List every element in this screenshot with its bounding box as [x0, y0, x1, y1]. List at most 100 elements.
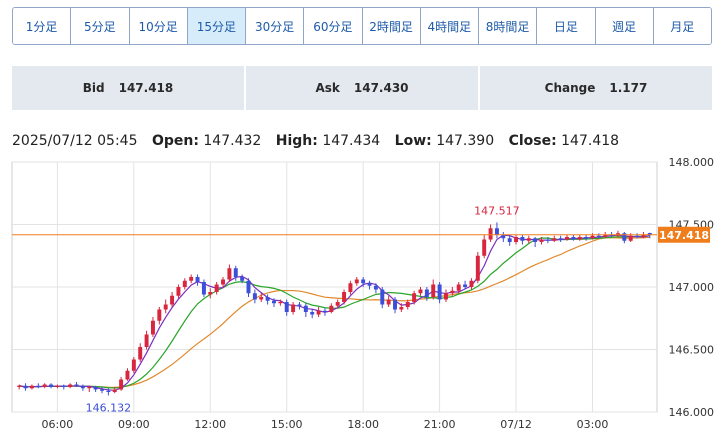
candle-body [201, 282, 206, 295]
candle-body [520, 237, 525, 241]
timeframe-tab-9[interactable]: 日足 [537, 8, 596, 44]
candle-body [310, 312, 315, 315]
extreme-annotation: 147.517 [474, 204, 520, 217]
candle-body [424, 289, 429, 297]
candle-body [335, 302, 340, 306]
candle-body [284, 302, 289, 312]
candle-body [405, 302, 410, 307]
candle-body [329, 305, 334, 312]
high-label: High: [275, 133, 318, 149]
candle-body [221, 279, 225, 285]
candle-body [367, 283, 372, 286]
candle-body [17, 385, 22, 387]
candle-body [182, 280, 187, 287]
candle-body [361, 279, 366, 284]
candle-body [571, 237, 576, 240]
x-tick-label: 07/12 [500, 418, 532, 431]
candle-body [431, 284, 436, 297]
candle-body [144, 334, 149, 347]
candle-body [195, 277, 200, 282]
candle-body [437, 284, 442, 300]
quote-bar: Bid 147.418 Ask 147.430 Change 1.177 [12, 66, 712, 110]
ask-label: Ask [315, 81, 340, 95]
candle-body [348, 283, 353, 292]
price-chart[interactable]: 148.000 147.500 147.000 146.500 146.000 06:00… [0, 150, 720, 437]
candle-body [552, 238, 557, 241]
candle-body [68, 384, 73, 387]
close-label: Close: [508, 133, 557, 149]
candle-body [303, 305, 308, 312]
open-label: Open: [151, 133, 199, 149]
candle-body [259, 297, 264, 300]
timeframe-tab-3[interactable]: 15分足 [187, 8, 246, 44]
low-label: Low: [394, 133, 432, 149]
candle-body [170, 295, 175, 305]
timeframe-tab-11[interactable]: 月足 [653, 8, 711, 44]
ohlc-datetime: 2025/07/12 05:45 [12, 133, 138, 149]
timeframe-tab-7[interactable]: 4時間足 [420, 8, 479, 44]
candle-body [342, 292, 347, 302]
candle-body [265, 297, 270, 301]
y-tick-label: 147.000 [669, 281, 715, 294]
candle-body [539, 239, 544, 242]
x-tick-label: 15:00 [271, 418, 303, 431]
timeframe-tab-4[interactable]: 30分足 [246, 8, 305, 44]
candle-body [469, 280, 474, 287]
candle-body [61, 385, 66, 387]
candle-body [49, 384, 54, 387]
candle-body [125, 370, 130, 380]
candle-body [494, 228, 499, 235]
candle-body [545, 239, 550, 241]
open-value: 147.432 [203, 133, 262, 149]
candle-body [74, 384, 79, 386]
candle-body [106, 390, 111, 392]
timeframe-tabs: 1分足 5分足 10分足 15分足 30分足 60分足 2時間足 4時間足 8時間足 日足 週足 月足 [12, 7, 712, 45]
chart-svg[interactable]: 148.000147.500147.000146.500146.00006:00… [0, 150, 720, 437]
candle-body [29, 385, 34, 389]
candle-body [596, 235, 601, 237]
candle-body [533, 238, 538, 242]
candle-body [354, 279, 359, 284]
candle-body [150, 320, 155, 335]
ask-cell: Ask 147.430 [246, 66, 478, 110]
candle-body [475, 255, 480, 281]
candle-body [514, 237, 519, 242]
candle-body [507, 238, 512, 242]
x-tick-label: 18:00 [347, 418, 379, 431]
candle-body [456, 284, 461, 291]
candle-body [316, 310, 321, 315]
candle-body [87, 387, 92, 389]
timeframe-tab-8[interactable]: 8時間足 [479, 8, 538, 44]
candle-body [36, 385, 41, 387]
candle-body [488, 228, 493, 240]
candle-body [55, 385, 60, 387]
candle-body [278, 302, 283, 304]
candle-body [628, 235, 633, 241]
timeframe-tab-10[interactable]: 週足 [595, 8, 654, 44]
candle-body [240, 277, 245, 281]
bid-label: Bid [82, 81, 105, 95]
candle-body [399, 307, 404, 310]
timeframe-tab-0[interactable]: 1分足 [13, 8, 72, 44]
timeframe-tab-6[interactable]: 2時間足 [362, 8, 421, 44]
candle-body [373, 285, 378, 290]
x-tick-label: 12:00 [194, 418, 226, 431]
candle-body [208, 292, 213, 295]
candle-body [93, 387, 98, 390]
timeframe-tab-2[interactable]: 10分足 [129, 8, 188, 44]
y-tick-label: 146.500 [669, 344, 715, 357]
candle-body [386, 299, 391, 305]
candle-body [119, 379, 124, 390]
change-value: 1.177 [609, 81, 648, 95]
candle-body [565, 237, 569, 240]
timeframe-tab-5[interactable]: 60分足 [304, 8, 363, 44]
candle-body [42, 384, 47, 387]
candle-body [526, 238, 531, 241]
candle-body [380, 289, 385, 305]
x-tick-label: 06:00 [42, 418, 74, 431]
timeframe-tab-1[interactable]: 5分足 [71, 8, 130, 44]
candle-body [252, 293, 257, 300]
change-label: Change [544, 81, 596, 95]
candle-body [635, 235, 640, 237]
candle-body [163, 304, 168, 310]
